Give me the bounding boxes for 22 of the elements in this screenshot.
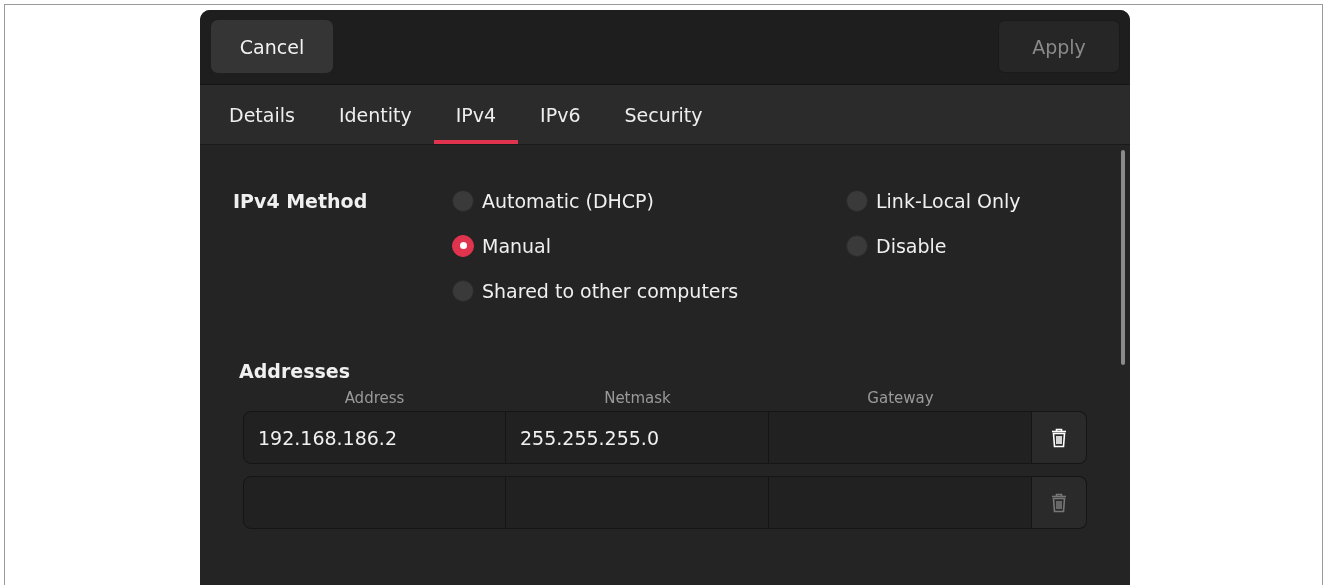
tab[interactable]: Identity xyxy=(316,85,434,144)
scrollbar[interactable] xyxy=(1121,150,1125,365)
method-label: IPv4 Method xyxy=(233,189,369,214)
tab[interactable]: Security xyxy=(602,85,725,144)
radio-option[interactable]: Automatic (DHCP) xyxy=(452,187,846,214)
address-field[interactable]: 192.168.186.2 xyxy=(243,411,506,464)
trash-icon xyxy=(1051,492,1067,513)
cancel-button[interactable]: Cancel xyxy=(211,20,333,73)
radio-option[interactable]: Shared to other computers xyxy=(452,277,846,304)
netmask-field[interactable]: 255.255.255.0 xyxy=(506,411,769,464)
section-title: Addresses xyxy=(239,359,351,384)
column-header: Address xyxy=(343,388,406,408)
delete-button[interactable] xyxy=(1032,411,1087,464)
radio-option[interactable]: Manual xyxy=(452,232,846,259)
radio-option[interactable]: Link-Local Only xyxy=(846,187,1106,214)
tab[interactable]: IPv4 xyxy=(433,85,519,144)
radio-option[interactable]: Disable xyxy=(846,232,1106,259)
trash-icon xyxy=(1051,427,1067,448)
column-header: Netmask xyxy=(603,388,672,408)
column-header: Gateway xyxy=(866,388,935,408)
tab[interactable]: IPv6 xyxy=(518,85,603,144)
tab[interactable]: Details xyxy=(207,85,317,144)
